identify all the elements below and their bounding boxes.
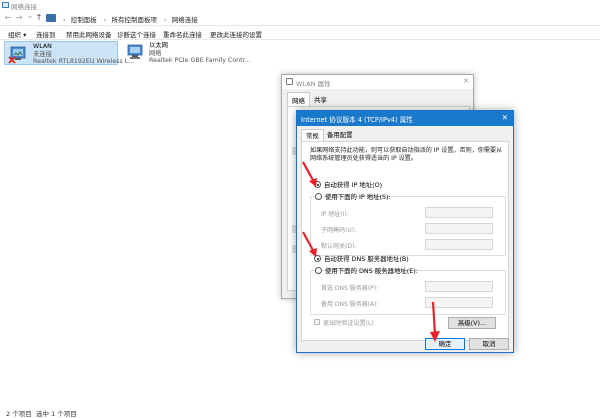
item-count: 2 个项目 bbox=[6, 410, 32, 418]
adapter-name: 以太网 bbox=[149, 42, 168, 49]
subnet-mask-label: 子网掩码(U): bbox=[321, 227, 357, 234]
window-title: 网络连接 bbox=[11, 3, 37, 11]
tab-network[interactable]: 网络 bbox=[287, 92, 310, 106]
manual-dns-group: 使用下面的 DNS 服务器地址(E): 首选 DNS 服务器(P): 备用 DN… bbox=[310, 267, 506, 315]
disable-device-button[interactable]: 禁用此网络设备 bbox=[66, 29, 112, 39]
ip-address-field[interactable] bbox=[425, 207, 493, 218]
change-settings-button[interactable]: 更改此连接的设置 bbox=[210, 29, 262, 39]
annotation-arrow-icon bbox=[302, 231, 317, 257]
forward-arrow-icon[interactable]: → bbox=[14, 13, 24, 22]
connect-to-button[interactable]: 连接到 bbox=[36, 29, 56, 39]
alternate-dns-label: 备用 DNS 服务器(A): bbox=[321, 301, 379, 308]
rename-connection-button[interactable]: 重命名此连接 bbox=[163, 29, 202, 39]
adapter-status: 网络 bbox=[149, 49, 162, 57]
dialog-title-bar: WLAN 属性 ✕ bbox=[282, 75, 473, 89]
breadcrumb-control-panel[interactable]: 控制面板 bbox=[71, 16, 97, 24]
window-title-bar: 网络连接 bbox=[0, 0, 600, 11]
manual-ip-group: 使用下面的 IP 地址(S): IP 地址(I): 子网掩码(U): 默认网关(… bbox=[310, 193, 506, 256]
preferred-dns-field[interactable] bbox=[425, 281, 493, 292]
control-panel-icon bbox=[46, 14, 56, 22]
preferred-dns-label: 首选 DNS 服务器(P): bbox=[321, 285, 379, 292]
command-toolbar: 组织 ▾ 连接到 禁用此网络设备 诊断这个连接 重命名此连接 更改此连接的设置 bbox=[0, 26, 600, 40]
selected-count: 选中 1 个项目 bbox=[36, 410, 77, 418]
close-icon[interactable]: ✕ bbox=[463, 77, 469, 85]
adapter-device: Realtek PCIe GBE Family Contr... bbox=[149, 57, 251, 64]
breadcrumb-all-items[interactable]: 所有控制面板项 bbox=[111, 16, 157, 24]
organize-menu-button[interactable]: 组织 ▾ bbox=[8, 29, 26, 39]
adapter-name: WLAN bbox=[33, 43, 52, 50]
diagnose-connection-button[interactable]: 诊断这个连接 bbox=[117, 29, 156, 39]
manual-dns-radio[interactable] bbox=[315, 267, 322, 274]
manual-ip-label: 使用下面的 IP 地址(S): bbox=[325, 193, 391, 201]
auto-dns-label: 自动获得 DNS 服务器地址(B) bbox=[324, 255, 409, 263]
adapter-ethernet[interactable]: 以太网 网络 Realtek PCIe GBE Family Contr... bbox=[121, 41, 251, 65]
validate-on-exit-label: 退出时验证设置(L) bbox=[323, 320, 374, 327]
status-bar: 2 个项目 选中 1 个项目 bbox=[0, 405, 600, 418]
adapter-device: Realtek RTL8192EU Wireless L... bbox=[33, 58, 135, 65]
cancel-button[interactable]: 取消 bbox=[469, 338, 509, 350]
adapter-icon bbox=[286, 78, 293, 85]
breadcrumb-network-connections[interactable]: 网络连接 bbox=[172, 16, 198, 24]
dialog-title-bar: Internet 协议版本 4 (TCP/IPv4) 属性 ✕ bbox=[297, 111, 513, 126]
dialog-title: WLAN 属性 bbox=[296, 80, 331, 88]
breadcrumb: › 控制面板 › 所有控制面板项 › 网络连接 bbox=[63, 16, 198, 24]
manual-dns-label: 使用下面的 DNS 服务器地址(E): bbox=[325, 267, 418, 275]
tab-sharing[interactable]: 共享 bbox=[310, 92, 331, 106]
advanced-button[interactable]: 高级(V)... bbox=[448, 317, 496, 329]
subnet-mask-field[interactable] bbox=[425, 223, 493, 234]
dialog-title: Internet 协议版本 4 (TCP/IPv4) 属性 bbox=[301, 116, 413, 124]
general-tab-panel: 如果网络支持此功能，则可以获取自动指派的 IP 设置。否则，你需要从网络系统管理… bbox=[301, 141, 509, 341]
auto-ip-label: 自动获得 IP 地址(O) bbox=[324, 181, 383, 189]
adapter-status: 未连接 bbox=[33, 50, 52, 58]
validate-on-exit-checkbox[interactable] bbox=[314, 319, 320, 325]
network-folder-icon bbox=[2, 2, 9, 8]
annotation-arrow-icon bbox=[302, 161, 317, 187]
annotation-arrow-icon bbox=[430, 301, 440, 342]
back-arrow-icon[interactable]: ← bbox=[3, 13, 13, 22]
up-arrow-icon[interactable]: ↑ bbox=[34, 13, 44, 22]
disconnected-x-icon bbox=[8, 56, 16, 64]
close-icon[interactable]: ✕ bbox=[502, 113, 508, 122]
adapter-wlan[interactable]: WLAN 未连接 Realtek RTL8192EU Wireless L... bbox=[4, 41, 134, 65]
description-text: 如果网络支持此功能，则可以获取自动指派的 IP 设置。否则，你需要从网络系统管理… bbox=[310, 147, 503, 162]
ipv4-properties-dialog: Internet 协议版本 4 (TCP/IPv4) 属性 ✕ 常规 备用配置 … bbox=[296, 110, 514, 353]
default-gateway-field[interactable] bbox=[425, 239, 493, 250]
address-bar: ← → ⌄ ↑ › 控制面板 › 所有控制面板项 › 网络连接 bbox=[0, 11, 600, 26]
ip-address-label: IP 地址(I): bbox=[321, 211, 349, 218]
manual-ip-radio[interactable] bbox=[315, 193, 322, 200]
tab-alternate-configuration[interactable]: 备用配置 bbox=[323, 129, 357, 141]
ethernet-adapter-icon bbox=[127, 44, 143, 59]
default-gateway-label: 默认网关(D): bbox=[321, 243, 357, 250]
